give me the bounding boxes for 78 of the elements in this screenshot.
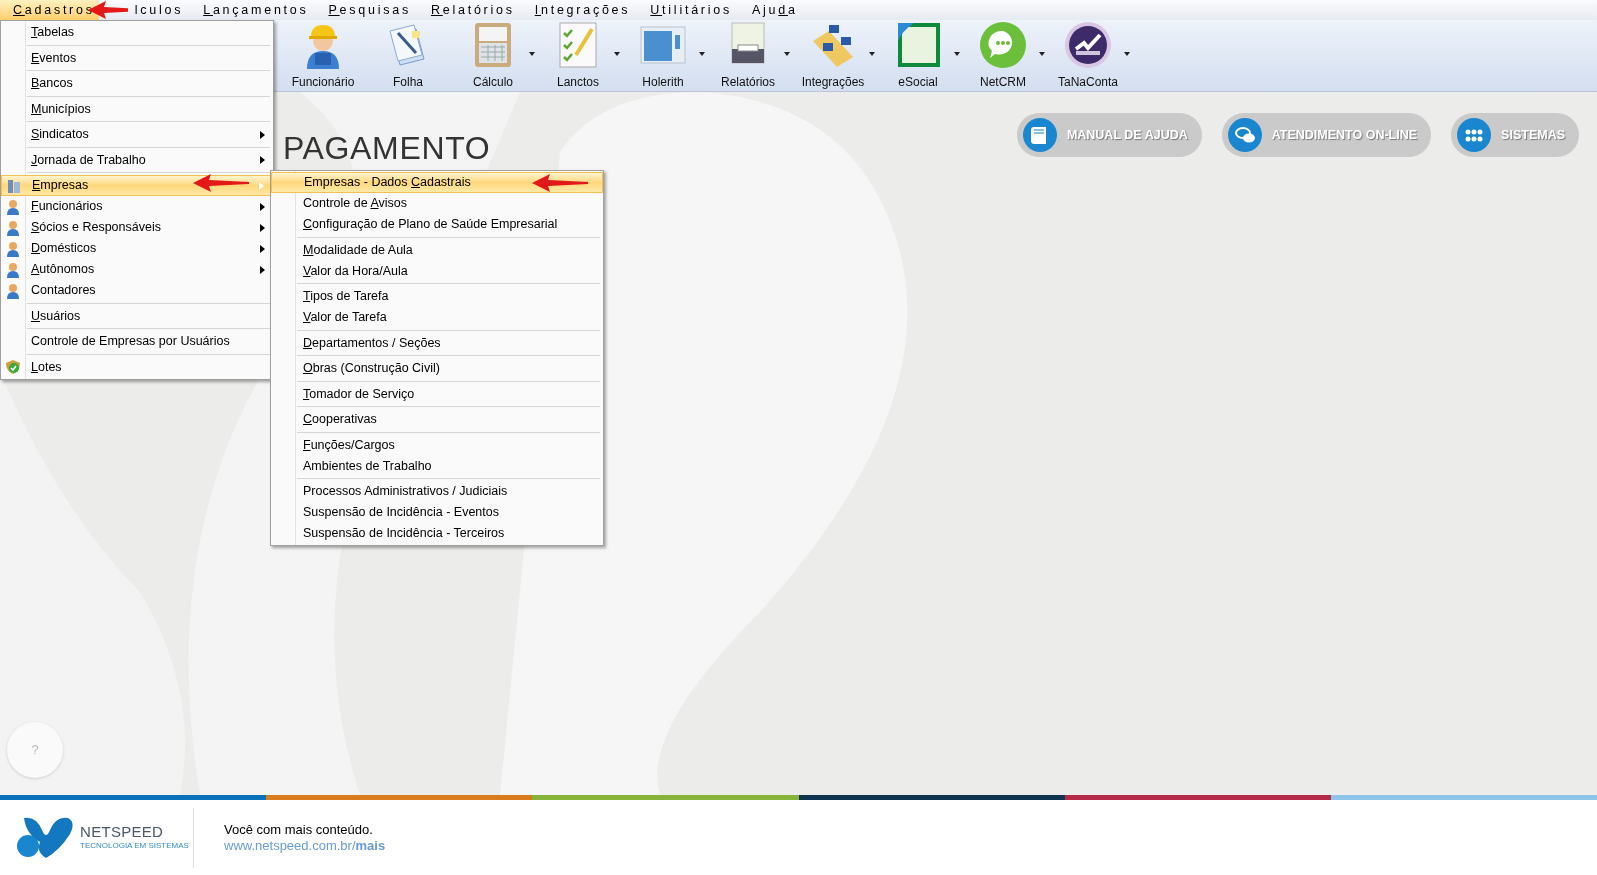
toolbar-button[interactable]: Lanctos (542, 19, 614, 91)
toolbar-button[interactable]: Funcionário (287, 19, 359, 91)
page-heading: PAGAMENTO (283, 130, 491, 166)
menu-item[interactable]: Departamentos / Seções (271, 332, 603, 354)
speech-bubble-icon (979, 21, 1027, 69)
person-icon (6, 261, 20, 278)
menu-item[interactable]: Autônomos (1, 259, 273, 280)
menu-item[interactable]: Configuração de Plano de Saúde Empresarial (271, 214, 603, 235)
menu-item[interactable]: Sindicatos (1, 124, 273, 145)
dropdown-caret-icon[interactable] (699, 52, 705, 56)
pointer-arrow (532, 174, 588, 192)
pointer-arrow (193, 174, 249, 192)
toolbar-button[interactable]: TaNaConta (1052, 19, 1124, 91)
menu-bar-item[interactable]: Ajuda (742, 0, 808, 20)
chat-icon (1227, 118, 1262, 152)
menu-item[interactable]: Municípios (1, 98, 273, 120)
menu-item[interactable]: Modalidade de Aula (271, 239, 603, 261)
checklist-icon (556, 21, 600, 69)
menu-bar-item[interactable]: Pesquisas (318, 0, 421, 20)
menu-item[interactable]: Lotes (1, 356, 273, 378)
menu-item[interactable]: Empresas - Dados Cadastrais (271, 172, 603, 193)
toolbar-button[interactable]: Integrações (797, 19, 869, 91)
brand-tagline: TECNOLOGIA EM SISTEMAS (80, 839, 189, 852)
menu-item[interactable]: Obras (Construção Civil) (271, 358, 603, 379)
menu-bar-item[interactable]: I ntegrações (524, 0, 641, 20)
person-icon (6, 282, 20, 299)
menu-item[interactable]: Tabelas (1, 22, 273, 43)
toolbar-button[interactable]: Folha (372, 19, 444, 91)
menu-item[interactable]: Valor de Tarefa (271, 307, 603, 328)
menu-item[interactable]: Contadores (1, 280, 273, 301)
dropdown-caret-icon[interactable] (954, 52, 960, 56)
menu-item[interactable]: Controle de Empresas por Usuários (1, 331, 273, 352)
checkmark-tray-icon (1064, 21, 1112, 69)
footer-message: Você com mais conteúdo. (224, 821, 374, 838)
grid-icon (1457, 118, 1492, 152)
menu-item[interactable]: Usuários (1, 305, 273, 327)
menu-item[interactable]: Empresas (1, 175, 273, 196)
menu-bar-item[interactable]: Utilitários (640, 0, 742, 20)
toolbar-button[interactable]: Cálculo (457, 19, 529, 91)
menu-item[interactable]: Sócios e Responsáveis (1, 217, 273, 238)
dropdown-caret-icon[interactable] (529, 52, 535, 56)
menu-item[interactable]: Tomador de Serviço (271, 383, 603, 405)
person-icon (6, 219, 20, 236)
logo-icon (16, 815, 76, 860)
menu-item[interactable]: Controle de Avisos (271, 193, 603, 214)
toolbar-button[interactable]: eSocial (882, 19, 954, 91)
menu-item[interactable]: Valor da Hora/Aula (271, 260, 603, 282)
dropdown-caret-icon[interactable] (1039, 52, 1045, 56)
menu-item[interactable]: Suspensão de Incidência - Terceiros (271, 523, 603, 544)
menu-bar-item[interactable]: Lançamentos (193, 0, 319, 20)
menu-item[interactable]: Suspensão de Incidência - Eventos (271, 502, 603, 523)
window-icon (639, 23, 687, 67)
menu-item[interactable]: Domésticos (1, 238, 273, 259)
dropdown-caret-icon[interactable] (869, 52, 875, 56)
menu-item[interactable]: Funções/Cargos (271, 434, 603, 456)
menu-bar-item[interactable]: Cadastros (0, 0, 99, 20)
shield-check-icon (5, 359, 21, 375)
building-icon (6, 177, 22, 194)
menu-bar-item[interactable]: lculos (134, 0, 184, 20)
menu-item[interactable]: Tipos de Tarefa (271, 286, 603, 307)
menu-bar-item[interactable]: Relatórios (420, 0, 525, 20)
brand-name: NETSPEED (80, 823, 165, 840)
book-icon (1022, 118, 1057, 152)
dropdown-caret-icon[interactable] (784, 52, 790, 56)
menu-item[interactable]: Jornada de Trabalho (1, 149, 273, 171)
menu-item[interactable]: Funcionários (1, 196, 273, 217)
person-icon (6, 240, 20, 257)
menu-item[interactable]: Processos Administrativos / Judiciais (271, 481, 603, 502)
menu-item[interactable]: Cooperativas (271, 409, 603, 430)
menu-item[interactable]: Eventos (1, 47, 273, 69)
dropdown-caret-icon[interactable] (614, 52, 620, 56)
dropdown-caret-icon[interactable] (1124, 52, 1130, 56)
menu-item[interactable]: Ambientes de Trabalho (271, 455, 603, 477)
menu-item[interactable]: Bancos (1, 73, 273, 94)
toolbar-button[interactable]: Holerith (627, 19, 699, 91)
person-icon (6, 198, 20, 215)
toolbar-button[interactable]: NetCRM (967, 19, 1039, 91)
toolbar-button[interactable]: Relatórios (712, 19, 784, 91)
